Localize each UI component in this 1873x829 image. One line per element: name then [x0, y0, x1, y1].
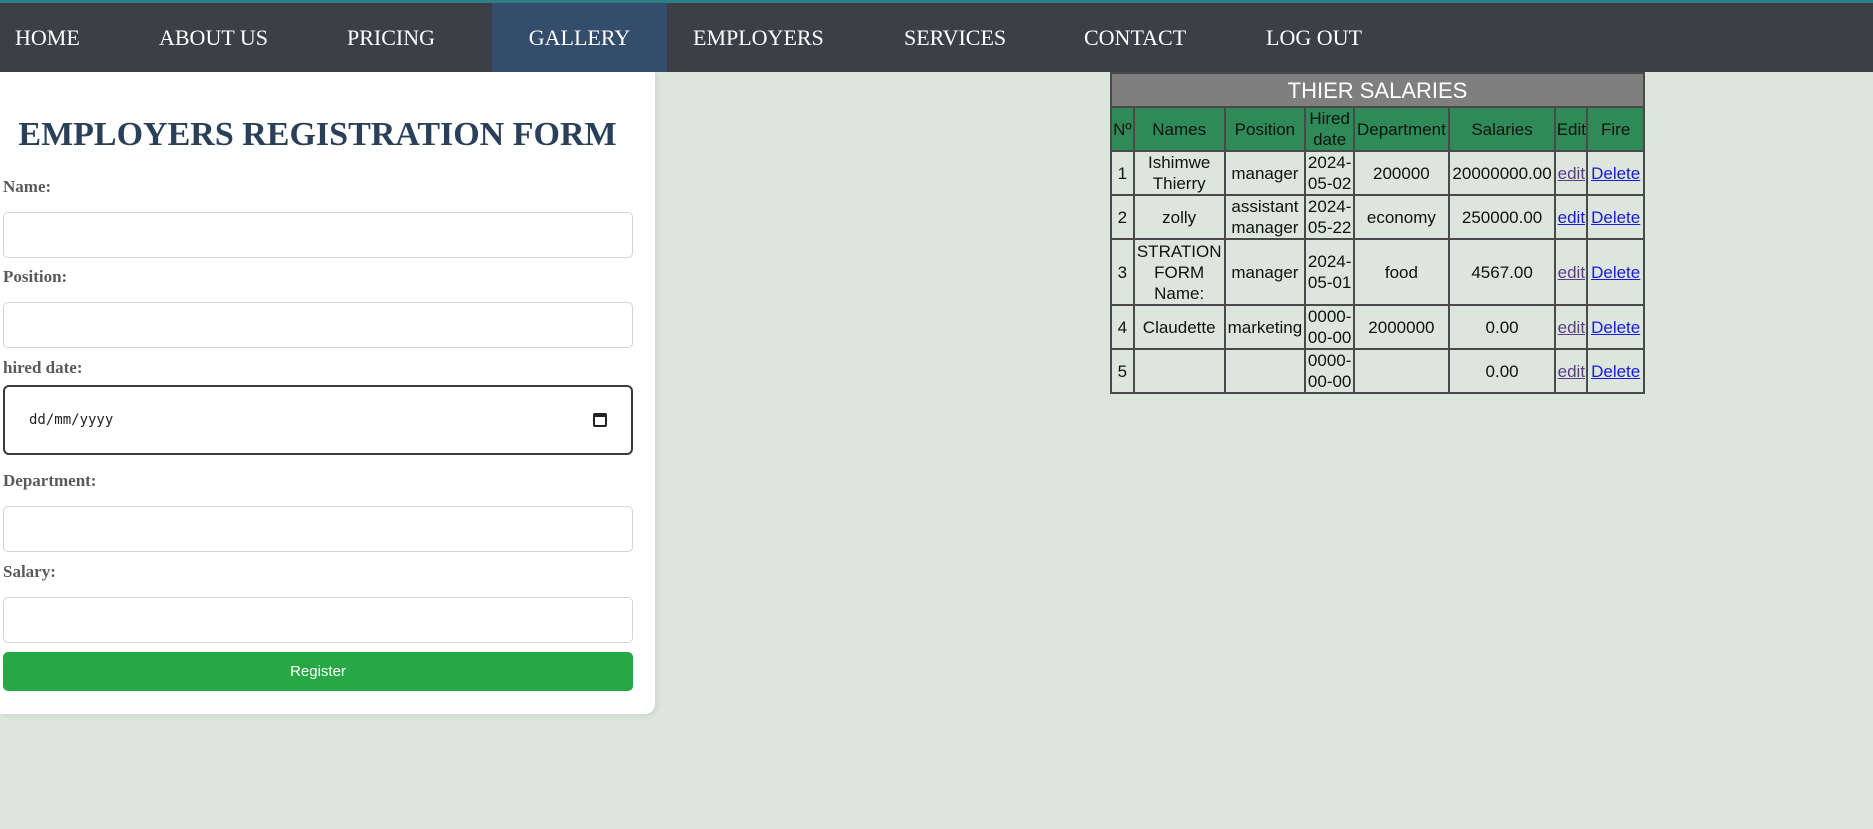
header-fire: Fire: [1586, 106, 1645, 152]
cell-number: 2: [1110, 194, 1135, 240]
cell-position: manager: [1223, 238, 1307, 306]
nav-contact[interactable]: CONTACT: [1084, 3, 1186, 72]
cell-fire: Delete: [1586, 304, 1645, 350]
table-caption: THIER SALARIES: [1110, 72, 1645, 106]
cell-number: 1: [1110, 150, 1135, 196]
cell-number: 4: [1110, 304, 1135, 350]
cell-name: Claudette: [1132, 304, 1226, 350]
cell-fire: Delete: [1586, 150, 1645, 196]
cell-name: Ishimwe Thierry: [1132, 150, 1226, 196]
delete-link[interactable]: Delete: [1591, 208, 1640, 227]
delete-link[interactable]: Delete: [1591, 164, 1640, 183]
cell-department: food: [1353, 238, 1450, 306]
cell-name: STRATION FORM Name:: [1132, 238, 1226, 306]
nav-log-out[interactable]: LOG OUT: [1266, 3, 1362, 72]
edit-link[interactable]: edit: [1558, 318, 1585, 337]
name-input[interactable]: [3, 212, 633, 258]
edit-link[interactable]: edit: [1558, 208, 1585, 227]
header-hired-date: Hired date: [1304, 106, 1356, 152]
cell-position: marketing: [1223, 304, 1307, 350]
cell-edit: edit: [1554, 304, 1589, 350]
cell-fire: Delete: [1586, 238, 1645, 306]
position-input[interactable]: [3, 302, 633, 348]
cell-hired-date: 0000-00-00: [1304, 348, 1356, 394]
main-nav: HOME ABOUT US PRICING GALLERY EMPLOYERS …: [0, 3, 1873, 72]
cell-hired-date: 2024-05-02: [1304, 150, 1356, 196]
cell-edit: edit: [1554, 194, 1589, 240]
table-row: 2 zolly assistant manager 2024-05-22 eco…: [1110, 194, 1645, 240]
table-row: 4 Claudette marketing 0000-00-00 2000000…: [1110, 304, 1645, 350]
nav-pricing[interactable]: PRICING: [347, 3, 435, 72]
cell-salary: 0.00: [1447, 348, 1557, 394]
cell-fire: Delete: [1586, 194, 1645, 240]
calendar-icon[interactable]: [593, 413, 607, 427]
cell-position: manager: [1223, 150, 1307, 196]
cell-number: 5: [1110, 348, 1135, 394]
edit-link[interactable]: edit: [1558, 362, 1585, 381]
cell-fire: Delete: [1586, 348, 1645, 394]
cell-position: assistant manager: [1223, 194, 1307, 240]
nav-about-us[interactable]: ABOUT US: [159, 3, 268, 72]
salary-input[interactable]: [3, 597, 633, 643]
cell-edit: edit: [1554, 348, 1589, 394]
cell-salary: 0.00: [1447, 304, 1557, 350]
cell-edit: edit: [1554, 150, 1589, 196]
employees-table-wrapper: THIER SALARIES Nº Names Position Hired d…: [1110, 72, 1645, 394]
cell-salary: 4567.00: [1447, 238, 1557, 306]
cell-salary: 20000000.00: [1447, 150, 1557, 196]
cell-edit: edit: [1554, 238, 1589, 306]
header-salaries: Salaries: [1447, 106, 1557, 152]
table-header-row: Nº Names Position Hired date Department …: [1110, 106, 1645, 152]
header-number: Nº: [1110, 106, 1135, 152]
salary-label: Salary:: [3, 562, 56, 581]
position-label: Position:: [3, 267, 68, 286]
hired-date-label: hired date:: [3, 358, 83, 377]
date-placeholder: dd/mm/yyyy: [29, 412, 114, 428]
hired-date-input[interactable]: dd/mm/yyyy: [3, 385, 633, 455]
cell-position: [1223, 348, 1307, 394]
table-row: 1 Ishimwe Thierry manager 2024-05-02 200…: [1110, 150, 1645, 196]
nav-services[interactable]: SERVICES: [904, 3, 1006, 72]
register-button[interactable]: Register: [3, 652, 633, 691]
nav-gallery[interactable]: GALLERY: [492, 3, 667, 72]
header-names: Names: [1132, 106, 1226, 152]
cell-name: [1132, 348, 1226, 394]
table-row: 5 0000-00-00 0.00 edit Delete: [1110, 348, 1645, 394]
header-department: Department: [1353, 106, 1450, 152]
edit-link[interactable]: edit: [1558, 263, 1585, 282]
cell-hired-date: 0000-00-00: [1304, 304, 1356, 350]
registration-form-card: EMPLOYERS REGISTRATION FORM Name: Positi…: [0, 72, 655, 714]
nav-home[interactable]: HOME: [15, 3, 80, 72]
cell-department: 2000000: [1353, 304, 1450, 350]
department-input[interactable]: [3, 506, 633, 552]
edit-link[interactable]: edit: [1558, 164, 1585, 183]
header-edit: Edit: [1554, 106, 1589, 152]
cell-department: [1353, 348, 1450, 394]
cell-department: 200000: [1353, 150, 1450, 196]
nav-employers[interactable]: EMPLOYERS: [693, 3, 824, 72]
table-row: 3 STRATION FORM Name: manager 2024-05-01…: [1110, 238, 1645, 306]
header-position: Position: [1223, 106, 1307, 152]
department-label: Department:: [3, 471, 97, 490]
cell-salary: 250000.00: [1447, 194, 1557, 240]
cell-department: economy: [1353, 194, 1450, 240]
cell-hired-date: 2024-05-22: [1304, 194, 1356, 240]
delete-link[interactable]: Delete: [1591, 362, 1640, 381]
cell-hired-date: 2024-05-01: [1304, 238, 1356, 306]
cell-number: 3: [1110, 238, 1135, 306]
form-title: EMPLOYERS REGISTRATION FORM: [18, 116, 617, 153]
name-label: Name:: [3, 177, 52, 196]
delete-link[interactable]: Delete: [1591, 318, 1640, 337]
employees-table: Nº Names Position Hired date Department …: [1110, 106, 1645, 394]
cell-name: zolly: [1132, 194, 1226, 240]
delete-link[interactable]: Delete: [1591, 263, 1640, 282]
